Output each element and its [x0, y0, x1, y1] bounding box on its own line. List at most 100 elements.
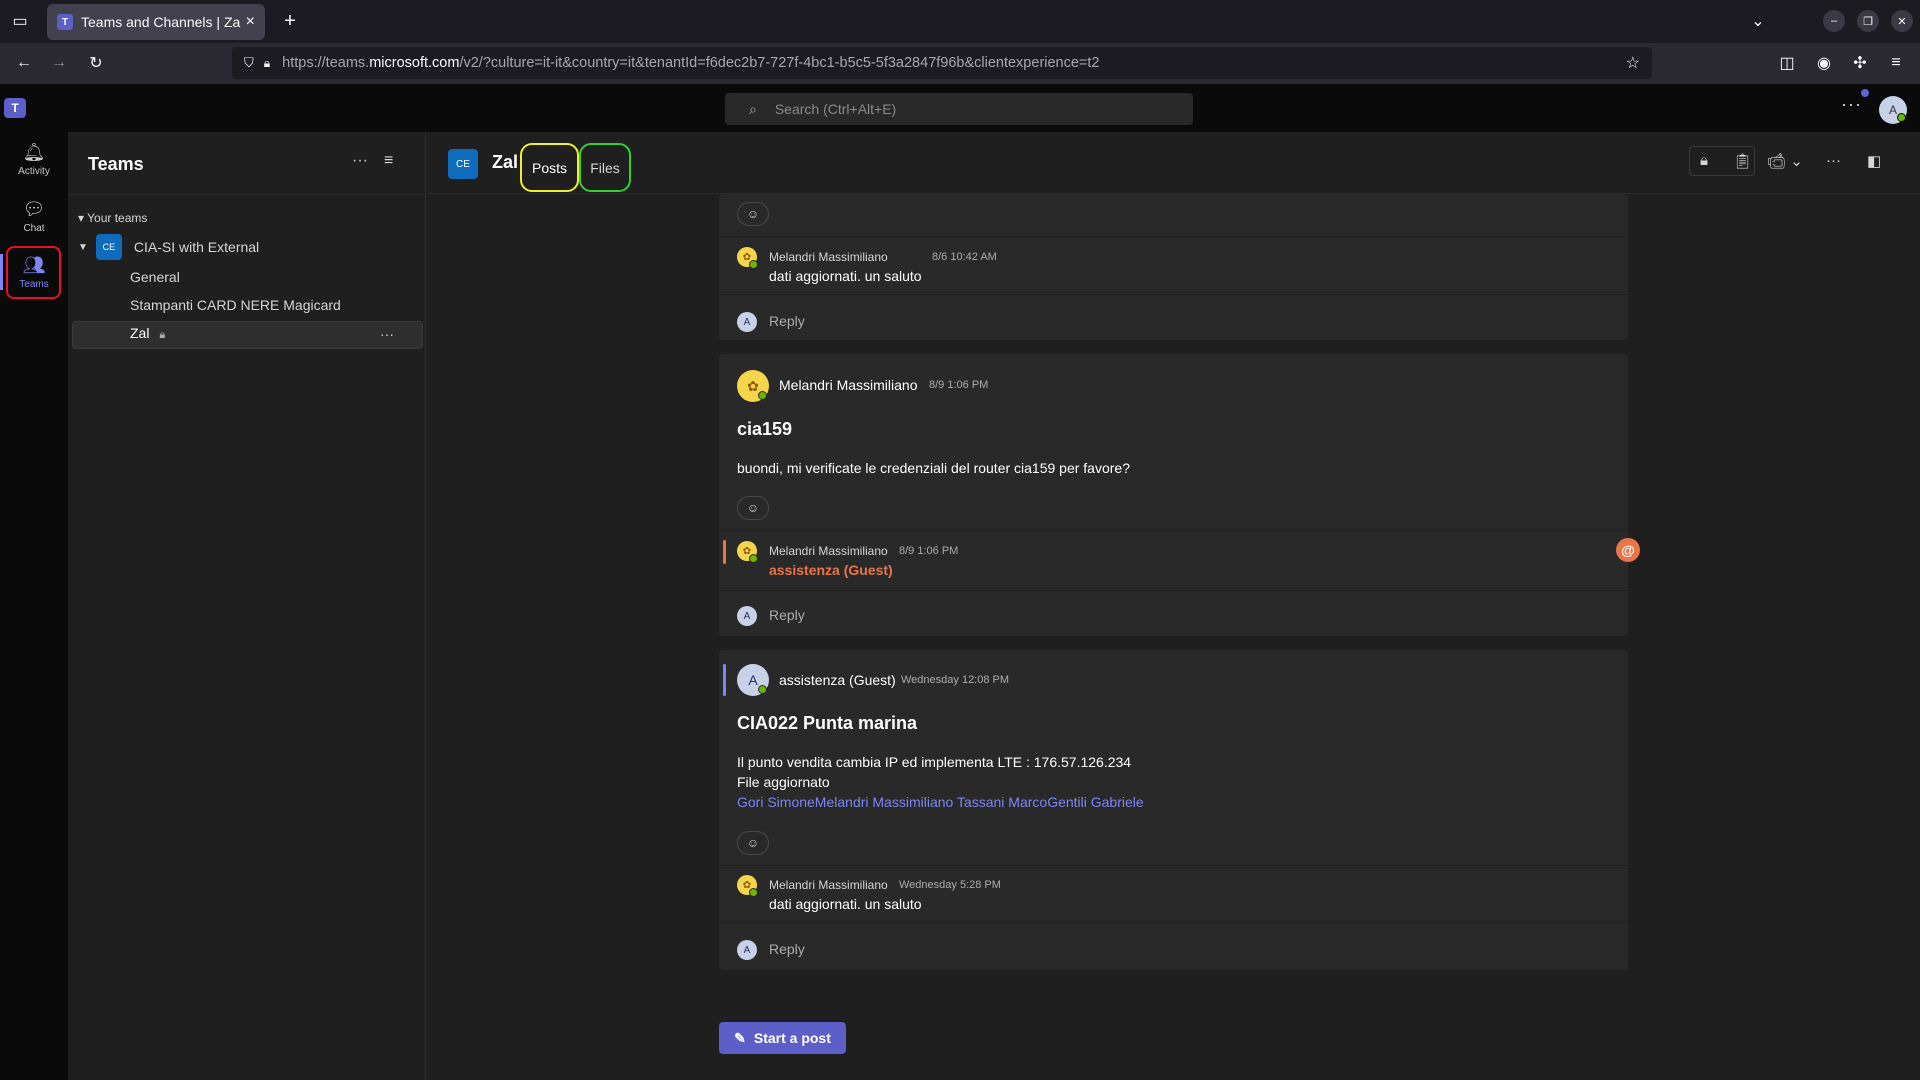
teams-list-pane: Teams ··· ≡ ▾ Your teams ▼ CE CIA-SI wit… [68, 132, 426, 1080]
account-icon[interactable]: ◉ [1810, 49, 1838, 77]
channel-general[interactable]: General [130, 269, 180, 285]
tab-overview-icon[interactable]: ▭ [6, 7, 34, 35]
browser-navbar: ← → ↻ ⛉ 🔒︎ https://teams.microsoft.com/v… [0, 43, 1920, 84]
pocket-icon[interactable]: ◫ [1773, 49, 1801, 77]
start-post-label: Start a post [753, 1030, 831, 1046]
post-author: Melandri Massimiliano [779, 377, 918, 393]
close-window-icon[interactable]: ✕ [1891, 10, 1913, 32]
browser-tab-title: Teams and Channels | Zal [81, 14, 241, 30]
post-body: buondi, mi verificate le credenziali del… [737, 460, 1130, 476]
mention-at-icon: @ [1616, 538, 1640, 562]
close-tab-icon[interactable]: × [246, 13, 255, 31]
clipboard-icon[interactable]: 📋︎ [1733, 152, 1752, 170]
forward-icon[interactable]: → [45, 49, 73, 77]
app-activity[interactable]: 🔔︎ Activity [0, 132, 68, 186]
chevron-down-icon: ▼ [78, 241, 88, 253]
presence-available-icon [749, 554, 758, 563]
reply-button[interactable]: Reply [769, 941, 805, 957]
channel-stampanti[interactable]: Stampanti CARD NERE Magicard [130, 297, 341, 313]
reply-author: Melandri Massimiliano [769, 250, 888, 264]
browser-tab[interactable]: T Teams and Channels | Zal × [47, 4, 265, 40]
message-thread: ☺ ✿ Melandri Massimiliano 8/6 10:42 AM d… [719, 194, 1628, 340]
divider [68, 194, 426, 195]
chat-icon: 💬︎ [22, 198, 46, 219]
app-chat-label: Chat [23, 222, 45, 234]
reply-button[interactable]: Reply [769, 313, 805, 329]
reply-time: Wednesday 5:28 PM [899, 879, 1001, 891]
divider [719, 590, 1628, 591]
add-reaction-icon[interactable]: ☺ [737, 831, 769, 855]
open-panel-icon[interactable]: ◧ [1867, 152, 1881, 170]
url-text: https://teams.microsoft.com/v2/?culture=… [282, 55, 1100, 71]
back-icon[interactable]: ← [10, 49, 38, 77]
url-bar[interactable]: ⛉ 🔒︎ https://teams.microsoft.com/v2/?cul… [232, 47, 1652, 79]
start-post-button[interactable]: ✎ Start a post [719, 1022, 846, 1054]
post-mentions[interactable]: Gori SimoneMelandri Massimiliano Tassani… [737, 792, 1144, 812]
tab-files[interactable]: Files [579, 143, 631, 192]
restore-icon[interactable]: ❐ [1857, 10, 1879, 32]
active-app-indicator [0, 254, 3, 290]
reply-time: 8/6 10:42 AM [932, 251, 997, 263]
mention-accent-bar [723, 540, 726, 564]
avatar: A [737, 312, 757, 332]
app-activity-label: Activity [18, 165, 50, 177]
channel-more-icon[interactable]: ··· [380, 326, 394, 342]
shield-icon: ⛉ [244, 55, 254, 70]
post-body-line2: File aggiornato [737, 774, 830, 790]
more-options-icon[interactable]: ··· [352, 152, 368, 170]
video-call-icon[interactable]: 📹︎ ⌄ [1767, 152, 1803, 170]
channel-zal-label: Zal [130, 325, 150, 341]
teams-highlight-box [6, 246, 61, 299]
channel-zal[interactable]: Zal 🔒︎ [130, 325, 165, 342]
post-accent-bar [723, 664, 726, 696]
list-tabs-icon[interactable]: ⌄ [1744, 7, 1772, 35]
extensions-icon[interactable]: ✣ [1846, 49, 1874, 77]
app-chat[interactable]: 💬︎ Chat [0, 189, 68, 243]
search-input[interactable] [774, 101, 1155, 117]
menu-icon[interactable]: ≡ [1882, 49, 1910, 77]
divider [719, 236, 1628, 237]
bookmark-star-icon[interactable]: ☆ [1626, 53, 1640, 73]
divider [719, 530, 1628, 531]
add-reaction-icon[interactable]: ☺ [737, 202, 769, 226]
lock-icon[interactable]: 🔒︎ [1700, 152, 1708, 169]
post-subject: CIA022 Punta marina [737, 713, 918, 733]
channel-zal-selected[interactable] [72, 321, 423, 349]
reply-mention[interactable]: assistenza (Guest) [769, 562, 893, 578]
your-teams-section[interactable]: ▾ Your teams [78, 211, 147, 225]
presence-available-icon [1897, 113, 1906, 122]
post-body-line1: Il punto vendita cambia IP ed implementa… [737, 754, 1132, 770]
reply-time: 8/9 1:06 PM [899, 545, 959, 557]
new-tab-icon[interactable]: + [276, 7, 304, 35]
post-time: 8/9 1:06 PM [929, 379, 989, 391]
browser-tabstrip: ▭ T Teams and Channels | Zal × + ⌄ – ❐ ✕ [0, 0, 1920, 43]
your-teams-label: Your teams [87, 211, 148, 225]
presence-available-icon [749, 888, 758, 897]
team-badge: CE [95, 234, 122, 260]
notification-dot [1861, 89, 1869, 97]
minimize-icon[interactable]: – [1823, 10, 1845, 32]
post-author: assistenza (Guest) [779, 672, 896, 688]
avatar: A [737, 606, 757, 626]
search-icon: ⌕ [749, 100, 757, 117]
presence-available-icon [758, 685, 767, 694]
filter-icon[interactable]: ≡ [384, 152, 393, 170]
presence-available-icon [758, 391, 767, 400]
reply-button[interactable]: Reply [769, 607, 805, 623]
more-options-icon[interactable]: ··· [1841, 94, 1862, 115]
divider [719, 922, 1628, 923]
more-options-icon[interactable]: ··· [1826, 152, 1841, 169]
tab-posts[interactable]: Posts [520, 143, 579, 192]
reload-icon[interactable]: ↻ [82, 49, 110, 77]
team-cia-si[interactable]: ▼ CE CIA-SI with External [78, 232, 418, 262]
compose-icon: ✎ [734, 1029, 746, 1046]
private-lock-icon: 🔒︎ [159, 329, 166, 341]
pane-title: Teams [88, 154, 144, 174]
avatar: A [737, 940, 757, 960]
channel-header: CE Zal Posts Files 🔒︎ 📋︎ 📹︎ ⌄ ··· ◧ [427, 132, 1920, 194]
search-box[interactable]: ⌕ [725, 93, 1193, 125]
bell-icon: 🔔︎ [22, 141, 46, 162]
add-reaction-icon[interactable]: ☺ [737, 496, 769, 520]
teams-favicon-icon: T [57, 14, 73, 30]
post-subject: cia159 [737, 419, 793, 439]
